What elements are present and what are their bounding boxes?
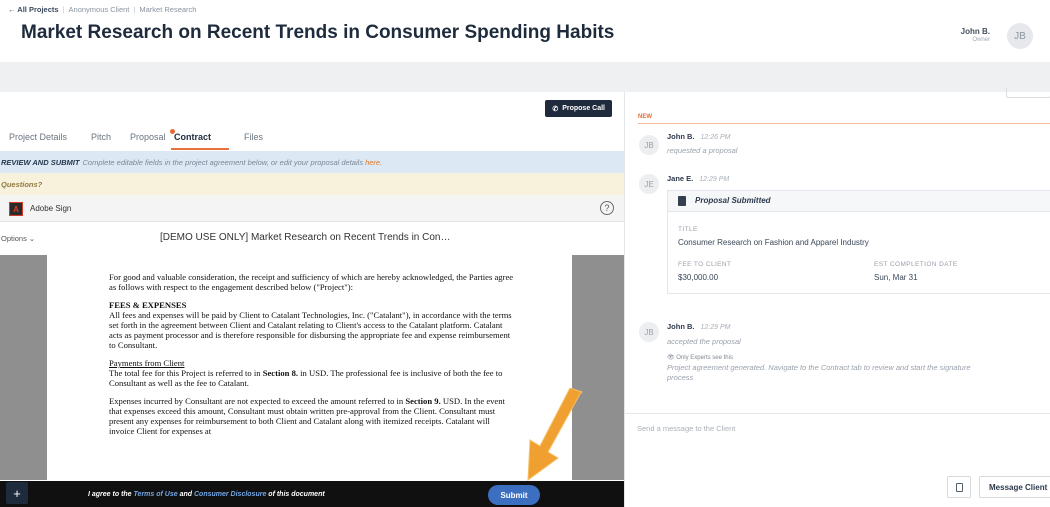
document-title: [DEMO USE ONLY] Market Research on Recen… — [160, 232, 451, 243]
document-page: For good and valuable consideration, the… — [47, 255, 572, 480]
propose-call-label: Propose Call — [562, 105, 605, 112]
message-time: 12:26 PM — [700, 134, 731, 141]
proposal-card-header: Proposal Submitted — [668, 191, 1050, 212]
breadcrumb-client[interactable]: Anonymous Client — [69, 5, 130, 14]
user-name: John B. — [960, 27, 990, 36]
message-client-button[interactable]: Message Client — [979, 476, 1050, 498]
doc-payments-heading: Payments from Client — [109, 358, 185, 368]
tab-files[interactable]: Files — [244, 132, 263, 142]
options-dropdown[interactable]: Options ⌄ — [1, 234, 35, 243]
message-text: requested a proposal — [667, 146, 738, 155]
new-messages-label: NEW — [638, 114, 652, 120]
proposal-title-label: TITLE — [678, 226, 698, 233]
doc-payments-section: Payments from Client The total fee for t… — [109, 358, 517, 388]
document-options-bar: Options ⌄ [DEMO USE ONLY] Market Researc… — [0, 222, 624, 255]
doc-payments-pre: The total fee for this Project is referr… — [109, 368, 261, 378]
attach-file-button[interactable] — [947, 476, 971, 498]
adobe-sign-label: Adobe Sign — [30, 204, 72, 213]
message-author-name: Jane E. — [667, 174, 694, 183]
help-icon[interactable]: ? — [600, 201, 614, 215]
avatar: JB — [639, 135, 659, 155]
header-divider-band — [0, 62, 1050, 92]
edit-proposal-here-link[interactable]: here. — [365, 158, 382, 167]
doc-expenses-section-ref: Section 9. — [405, 396, 441, 406]
doc-payments-section-ref: Section 8. — [262, 368, 299, 378]
message-feed-pane: NEW JB John B. 12:26 PM requested a propo… — [624, 88, 1050, 507]
breadcrumb-category: Market Research — [139, 5, 197, 14]
message-compose-area: Message Client — [625, 413, 1050, 507]
experts-only-note: 👁 Only Experts see this — [667, 355, 733, 361]
avatar: JE — [639, 174, 659, 194]
system-message-line: process — [667, 373, 694, 382]
consumer-disclosure-link[interactable]: Consumer Disclosure — [194, 491, 266, 498]
orange-arrow-annotation-icon — [527, 388, 583, 482]
terms-of-use-link[interactable]: Terms of Use — [134, 491, 178, 498]
system-message-line: Project agreement generated. Navigate to… — [667, 363, 971, 372]
document-icon — [678, 196, 686, 206]
system-message: Project agreement generated. Navigate to… — [667, 363, 1050, 383]
new-messages-divider — [638, 123, 1050, 124]
file-icon — [955, 482, 963, 492]
user-avatar[interactable]: JB — [1007, 23, 1033, 49]
review-submit-heading: REVIEW AND SUBMIT — [1, 157, 80, 167]
page-header: ← All Projects | Anonymous Client | Market R… — [0, 0, 1050, 62]
tab-contract[interactable]: Contract — [174, 132, 211, 142]
tab-pitch[interactable]: Pitch — [91, 132, 111, 142]
page-title: Market Research on Recent Trends in Cons… — [21, 22, 615, 43]
doc-fees-heading: FEES & EXPENSES — [109, 300, 187, 310]
message-time: 12:29 PM — [700, 324, 731, 331]
feed-top-control[interactable] — [1006, 88, 1050, 98]
message-author-name: John B. — [667, 132, 695, 141]
message-text: accepted the proposal — [667, 337, 741, 346]
proposal-title-value: Consumer Research on Fashion and Apparel… — [678, 238, 869, 247]
doc-fees-section: FEES & EXPENSES All fees and expenses wi… — [109, 300, 517, 350]
message-author: Jane E. 12:29 PM — [667, 174, 729, 183]
agree-post-text: of this document — [268, 491, 325, 498]
doc-expenses-pre: Expenses incurred by Consultant are not … — [109, 396, 404, 406]
active-tab-indicator — [171, 148, 229, 150]
user-info[interactable]: John B. Owner — [961, 27, 990, 43]
user-role: Owner — [972, 37, 990, 43]
project-tabs: Project Details Pitch Proposal Contract … — [0, 129, 624, 150]
doc-fees-text: All fees and expenses will be paid by Cl… — [109, 310, 512, 350]
proposal-submitted-card[interactable]: Proposal Submitted TITLE Consumer Resear… — [667, 190, 1050, 294]
agree-pre-text: I agree to the — [88, 491, 132, 498]
fee-to-client-value: $30,000.00 — [678, 273, 719, 282]
breadcrumb: ← All Projects | Anonymous Client | Market R… — [8, 5, 197, 14]
message-author-name: John B. — [667, 322, 695, 331]
avatar: JB — [639, 322, 659, 342]
adobe-sign-logo-icon: A — [9, 202, 23, 216]
phone-icon: ✆ — [552, 105, 559, 113]
est-completion-date-label: EST COMPLETION DATE — [874, 261, 958, 268]
message-author: John B. 12:29 PM — [667, 322, 730, 331]
tab-proposal[interactable]: Proposal — [130, 132, 166, 142]
est-completion-date-value: Sun, Mar 31 — [874, 273, 918, 282]
proposal-card-title: Proposal Submitted — [695, 196, 771, 205]
review-submit-banner: REVIEW AND SUBMIT Complete editable fiel… — [0, 151, 624, 173]
agreement-text: I agree to the Terms of Use and Consumer… — [88, 491, 325, 498]
back-to-all-projects-link[interactable]: ← All Projects — [8, 5, 59, 14]
review-submit-text: Complete editable fields in the project … — [82, 157, 364, 167]
tab-project-details[interactable]: Project Details — [9, 132, 67, 142]
propose-call-button[interactable]: ✆ Propose Call — [545, 100, 612, 117]
doc-paragraph-consideration: For good and valuable consideration, the… — [109, 272, 514, 292]
adobe-sign-bar: A Adobe Sign ? — [0, 195, 624, 222]
fee-to-client-label: FEE TO CLIENT — [678, 261, 732, 268]
add-button[interactable]: + — [6, 482, 28, 504]
submit-button[interactable]: Submit — [488, 485, 540, 505]
message-input[interactable] — [637, 424, 1027, 433]
agree-and-text: and — [179, 491, 193, 498]
questions-banner[interactable]: Questions? — [0, 173, 624, 195]
doc-expenses-section: Expenses incurred by Consultant are not … — [109, 396, 517, 436]
message-time: 12:29 PM — [699, 176, 730, 183]
message-author: John B. 12:26 PM — [667, 132, 730, 141]
